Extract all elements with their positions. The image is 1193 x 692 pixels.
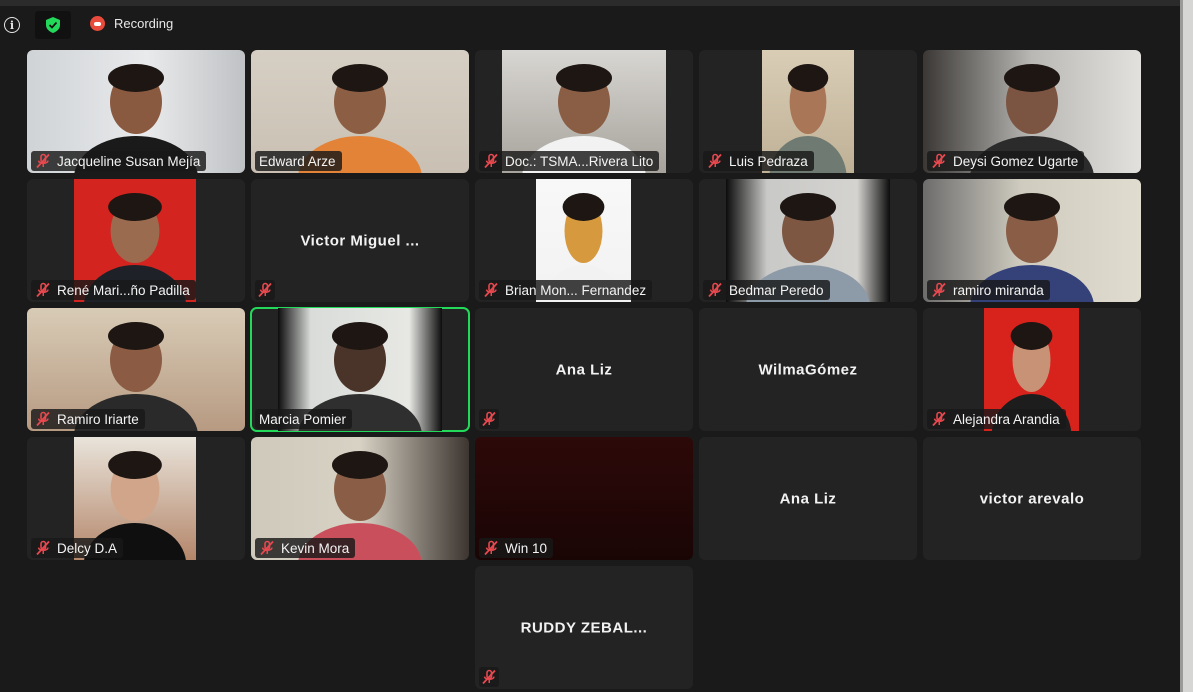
participant-tile[interactable]: Ana Liz bbox=[699, 437, 917, 560]
muted-mic-icon bbox=[483, 282, 499, 298]
participant-name: Ramiro Iriarte bbox=[57, 411, 139, 427]
participant-name: Jacqueline Susan Mejía bbox=[57, 153, 201, 169]
participant-tile[interactable]: Bedmar Peredo bbox=[699, 179, 917, 302]
participant-name-label: Kevin Mora bbox=[255, 538, 356, 558]
participant-tile[interactable]: Alejandra Arandia bbox=[923, 308, 1141, 431]
participant-name-label bbox=[479, 667, 499, 687]
participant-name: Brian Mon... Fernandez bbox=[505, 282, 647, 298]
window-edge bbox=[1180, 0, 1193, 692]
participant-name: Delcy D.A bbox=[57, 540, 118, 556]
participant-display-name: RUDDY ZEBAL... bbox=[520, 619, 648, 636]
participant-tile[interactable]: Ramiro Iriarte bbox=[27, 308, 245, 431]
participant-name: Alejandra Arandia bbox=[953, 411, 1060, 427]
recording-indicator[interactable]: Recording bbox=[90, 16, 173, 31]
participant-name: Luis Pedraza bbox=[729, 153, 808, 169]
muted-mic-icon bbox=[931, 411, 947, 427]
participant-display-name: Victor Miguel ... bbox=[300, 232, 420, 249]
participant-display-name: victor arevalo bbox=[979, 490, 1085, 507]
muted-mic-icon bbox=[481, 411, 497, 427]
meeting-header: i Recording bbox=[0, 8, 1180, 42]
recording-icon bbox=[90, 16, 105, 31]
participant-name: Deysi Gomez Ugarte bbox=[953, 153, 1079, 169]
participant-tile[interactable]: Victor Miguel ... bbox=[251, 179, 469, 302]
participant-name: Doc.: TSMA...Rivera Lito bbox=[505, 153, 654, 169]
participant-name-label: Win 10 bbox=[479, 538, 554, 558]
muted-mic-icon bbox=[483, 153, 499, 169]
participant-name-label bbox=[255, 280, 275, 300]
participant-name: Marcia Pomier bbox=[259, 411, 347, 427]
muted-mic-icon bbox=[481, 669, 497, 685]
participant-tile[interactable]: Marcia Pomier bbox=[250, 307, 470, 432]
shield-icon[interactable] bbox=[35, 11, 71, 39]
participant-name: Kevin Mora bbox=[281, 540, 350, 556]
participant-name-label: Deysi Gomez Ugarte bbox=[927, 151, 1085, 171]
participant-tile[interactable]: Ana Liz bbox=[475, 308, 693, 431]
participant-name: René Mari...ño Padilla bbox=[57, 282, 190, 298]
participant-tile[interactable]: Doc.: TSMA...Rivera Lito bbox=[475, 50, 693, 173]
participant-tile[interactable]: Luis Pedraza bbox=[699, 50, 917, 173]
participant-name: Edward Arze bbox=[259, 153, 336, 169]
participant-display-name: Ana Liz bbox=[779, 490, 837, 507]
participant-name-label: Edward Arze bbox=[255, 151, 342, 171]
participant-name-label: Doc.: TSMA...Rivera Lito bbox=[479, 151, 660, 171]
participant-tile[interactable]: Deysi Gomez Ugarte bbox=[923, 50, 1141, 173]
muted-mic-icon bbox=[257, 282, 273, 298]
muted-mic-icon bbox=[35, 153, 51, 169]
recording-label: Recording bbox=[114, 16, 174, 31]
participant-tile[interactable]: RUDDY ZEBAL... bbox=[475, 566, 693, 689]
participant-tile[interactable]: Delcy D.A bbox=[27, 437, 245, 560]
participant-name-label: Jacqueline Susan Mejía bbox=[31, 151, 207, 171]
participant-tile[interactable]: Win 10 bbox=[475, 437, 693, 560]
participant-name-label: Delcy D.A bbox=[31, 538, 124, 558]
participant-name-label bbox=[479, 409, 499, 429]
muted-mic-icon bbox=[931, 153, 947, 169]
muted-mic-icon bbox=[35, 540, 51, 556]
participant-name: ramiro miranda bbox=[953, 282, 1044, 298]
title-strip bbox=[0, 0, 1193, 6]
participant-tile[interactable]: Edward Arze bbox=[251, 50, 469, 173]
participant-tile[interactable]: Kevin Mora bbox=[251, 437, 469, 560]
participant-name-label: Brian Mon... Fernandez bbox=[479, 280, 653, 300]
muted-mic-icon bbox=[35, 411, 51, 427]
muted-mic-icon bbox=[931, 282, 947, 298]
participant-tile[interactable]: WilmaGómez bbox=[699, 308, 917, 431]
participant-display-name: WilmaGómez bbox=[758, 361, 858, 378]
participant-name: Win 10 bbox=[505, 540, 548, 556]
participant-tile[interactable]: ramiro miranda bbox=[923, 179, 1141, 302]
info-icon[interactable]: i bbox=[4, 17, 20, 33]
participant-name: Bedmar Peredo bbox=[729, 282, 824, 298]
muted-mic-icon bbox=[259, 540, 275, 556]
participant-name-label: Ramiro Iriarte bbox=[31, 409, 145, 429]
muted-mic-icon bbox=[707, 153, 723, 169]
participant-tile[interactable]: Brian Mon... Fernandez bbox=[475, 179, 693, 302]
participant-name-label: Alejandra Arandia bbox=[927, 409, 1066, 429]
participant-name-label: René Mari...ño Padilla bbox=[31, 280, 196, 300]
muted-mic-icon bbox=[35, 282, 51, 298]
participant-tile[interactable]: René Mari...ño Padilla bbox=[27, 179, 245, 302]
participant-name-label: Marcia Pomier bbox=[255, 409, 353, 429]
meeting-window: i Recording Jacqueline Susan Mejía Edward… bbox=[0, 0, 1193, 692]
participant-tile[interactable]: victor arevalo bbox=[923, 437, 1141, 560]
muted-mic-icon bbox=[707, 282, 723, 298]
participant-display-name: Ana Liz bbox=[555, 361, 613, 378]
participant-name-label: Bedmar Peredo bbox=[703, 280, 830, 300]
participant-name-label: ramiro miranda bbox=[927, 280, 1050, 300]
participant-name-label: Luis Pedraza bbox=[703, 151, 814, 171]
muted-mic-icon bbox=[483, 540, 499, 556]
participant-tile[interactable]: Jacqueline Susan Mejía bbox=[27, 50, 245, 173]
